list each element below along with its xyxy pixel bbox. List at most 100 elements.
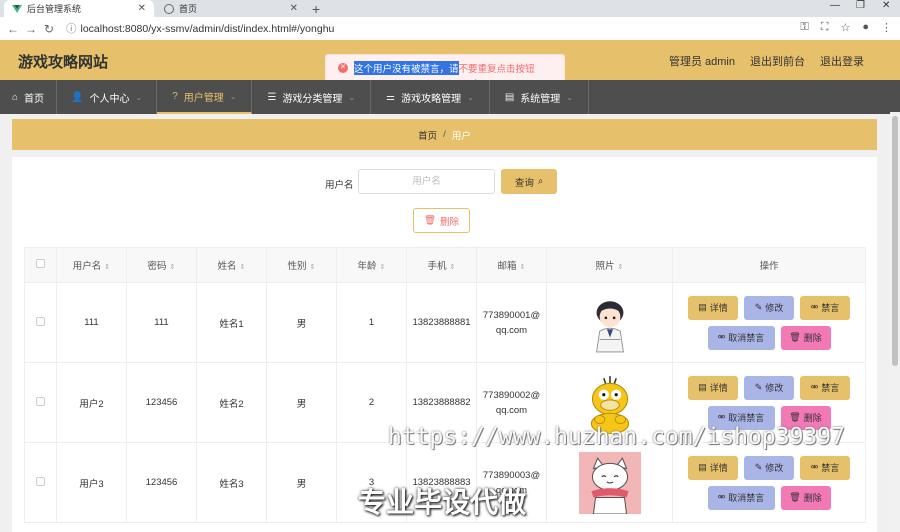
edit-button[interactable]: ✎ 修改	[744, 455, 794, 480]
unmute-icon: ⚮	[717, 412, 726, 422]
window-close-icon[interactable]: ✕	[882, 0, 890, 11]
edit-button[interactable]: ✎ 修改	[744, 375, 794, 400]
cell-photo	[546, 442, 673, 523]
row-actions: ▤ 详情 ✎ 修改 ⚮ 禁言 ⚮ 取消禁言 🗑 删除	[684, 375, 854, 430]
unmute-icon: ⚮	[717, 492, 726, 502]
col-name[interactable]: 姓名 ⇕	[196, 247, 267, 283]
menu-item-users[interactable]: ? 用户管理 ⌄	[157, 80, 253, 114]
menu-item-game-category[interactable]: ☰ 游戏分类管理 ⌄	[252, 80, 372, 114]
row-checkbox[interactable]	[36, 396, 45, 406]
breadcrumb-home[interactable]: 首页	[418, 128, 437, 142]
ban-button[interactable]: ⚮ 禁言	[800, 455, 850, 480]
col-phone[interactable]: 手机 ⇕	[406, 247, 477, 283]
sort-icon[interactable]: ⇕	[240, 264, 246, 271]
col-photo[interactable]: 照片 ⇕	[546, 247, 673, 283]
back-to-front-link[interactable]: 退出到前台	[750, 53, 805, 69]
cell-password: 123456	[126, 362, 197, 443]
scrollbar-thumb[interactable]	[892, 116, 898, 366]
cell-username: 用户2	[56, 362, 127, 443]
error-toast: ✕ 这个用户没有被禁言，请 不要重复点击按钮	[325, 54, 565, 82]
search-icon: ⌕	[537, 176, 544, 187]
detail-button[interactable]: ▤ 详情	[688, 295, 738, 320]
delete-button[interactable]: 🗑 删除	[780, 485, 831, 510]
url-field[interactable]: ⓘ localhost:8080/yx-ssmv/admin/dist/index…	[66, 21, 334, 36]
sort-icon[interactable]: ⇕	[520, 264, 526, 271]
search-label: 用户名	[325, 180, 354, 191]
ban-button[interactable]: ⚮ 禁言	[800, 295, 850, 320]
cell-name: 姓名2	[196, 362, 267, 443]
unban-button[interactable]: ⚮ 取消禁言	[707, 485, 775, 510]
browser-tab-admin[interactable]: 后台管理系统 ✕	[4, 0, 154, 17]
row-checkbox[interactable]	[36, 316, 45, 326]
cell-age: 1	[336, 282, 407, 363]
cell-actions: ▤ 详情 ✎ 修改 ⚮ 禁言 ⚮ 取消禁言 🗑 删除	[672, 442, 866, 523]
tab-bar: 后台管理系统 ✕ 首页 ✕ + — ❐ ✕	[0, 0, 900, 17]
col-gender[interactable]: 性别 ⇕	[266, 247, 337, 283]
toast-text: 不要重复点击按钮	[458, 64, 535, 75]
key-icon[interactable]: ⚿	[800, 21, 808, 34]
menu-item-system[interactable]: ▤ 系统管理 ⌄	[490, 80, 589, 114]
row-checkbox[interactable]	[36, 476, 45, 486]
document-icon: ▤	[698, 382, 707, 392]
content-panel: 用户名 查询 ⌕ 🗑 删除 用户名⇕ 密码⇕ 姓名⇕ 性别⇕ 年龄⇕ 手机⇕ 邮…	[12, 157, 877, 532]
document-icon: ▤	[698, 302, 707, 312]
user-icon: 👤	[71, 91, 84, 103]
sort-icon[interactable]: ⇕	[450, 264, 456, 271]
avatar-boy-image	[578, 291, 641, 354]
sort-icon[interactable]: ⇕	[380, 264, 386, 271]
star-icon[interactable]: ☆	[840, 21, 850, 34]
new-tab-icon[interactable]: +	[312, 1, 320, 17]
sort-icon[interactable]: ⇕	[104, 264, 110, 271]
ban-button[interactable]: ⚮ 禁言	[800, 375, 850, 400]
reload-icon[interactable]: ↻	[40, 22, 58, 36]
page-scrollbar[interactable]	[890, 112, 900, 532]
delete-button[interactable]: 🗑 删除	[780, 325, 831, 350]
row-select-cell	[24, 362, 57, 443]
forward-icon[interactable]: →	[22, 22, 40, 36]
close-icon[interactable]: ✕	[138, 3, 146, 14]
sort-icon[interactable]: ⇕	[618, 264, 624, 271]
tab-title: 首页	[179, 4, 198, 14]
detail-button[interactable]: ▤ 详情	[688, 375, 738, 400]
col-age[interactable]: 年龄 ⇕	[336, 247, 407, 283]
col-email[interactable]: 邮箱 ⇕	[476, 247, 547, 283]
browser-tab-home[interactable]: 首页 ✕	[156, 0, 306, 17]
watermark-slogan: 专业毕设代做	[358, 487, 527, 518]
cell-gender: 男	[266, 282, 337, 363]
menu-item-personal[interactable]: 👤 个人中心 ⌄	[57, 80, 158, 114]
trash-icon: 🗑	[789, 412, 801, 422]
select-all-checkbox[interactable]	[36, 259, 45, 268]
minimize-icon[interactable]: —	[830, 0, 840, 11]
menu-item-home[interactable]: ⌂ 首页	[0, 80, 58, 114]
avatar-cat-image	[578, 451, 641, 514]
edit-button[interactable]: ✎ 修改	[744, 295, 794, 320]
menu-item-game-guide[interactable]: ⚌ 游戏攻略管理 ⌄	[371, 80, 490, 114]
profile-icon[interactable]: ●	[862, 21, 869, 34]
cell-name: 姓名1	[196, 282, 267, 363]
site-title: 游戏攻略网站	[18, 54, 109, 71]
unmute-icon: ⚮	[717, 332, 726, 342]
cell-password: 111	[126, 282, 197, 363]
query-button[interactable]: 查询 ⌕	[501, 169, 557, 194]
error-icon: ✕	[338, 63, 348, 73]
home-icon: ⌂	[12, 91, 19, 103]
admin-label: 管理员 admin	[668, 56, 735, 68]
col-username[interactable]: 用户名 ⇕	[56, 247, 127, 283]
pencil-icon: ✎	[754, 462, 763, 472]
more-icon[interactable]: ⋮	[881, 21, 892, 34]
unban-button[interactable]: ⚮ 取消禁言	[707, 325, 775, 350]
translate-icon[interactable]: ⛶	[821, 21, 829, 34]
batch-delete-button[interactable]: 🗑 删除	[413, 208, 470, 233]
username-search-input[interactable]	[358, 169, 495, 194]
logout-link[interactable]: 退出登录	[820, 53, 864, 69]
close-icon[interactable]: ✕	[290, 3, 298, 14]
info-icon: ⓘ	[66, 23, 77, 35]
browser-actions: ⚿ ⛶ ☆ ● ⋮	[800, 21, 892, 34]
cell-name: 姓名3	[196, 442, 267, 523]
back-icon[interactable]: ←	[4, 22, 22, 36]
col-password[interactable]: 密码 ⇕	[126, 247, 197, 283]
detail-button[interactable]: ▤ 详情	[688, 455, 738, 480]
maximize-icon[interactable]: ❐	[856, 0, 865, 11]
sort-icon[interactable]: ⇕	[310, 264, 316, 271]
sort-icon[interactable]: ⇕	[170, 264, 176, 271]
